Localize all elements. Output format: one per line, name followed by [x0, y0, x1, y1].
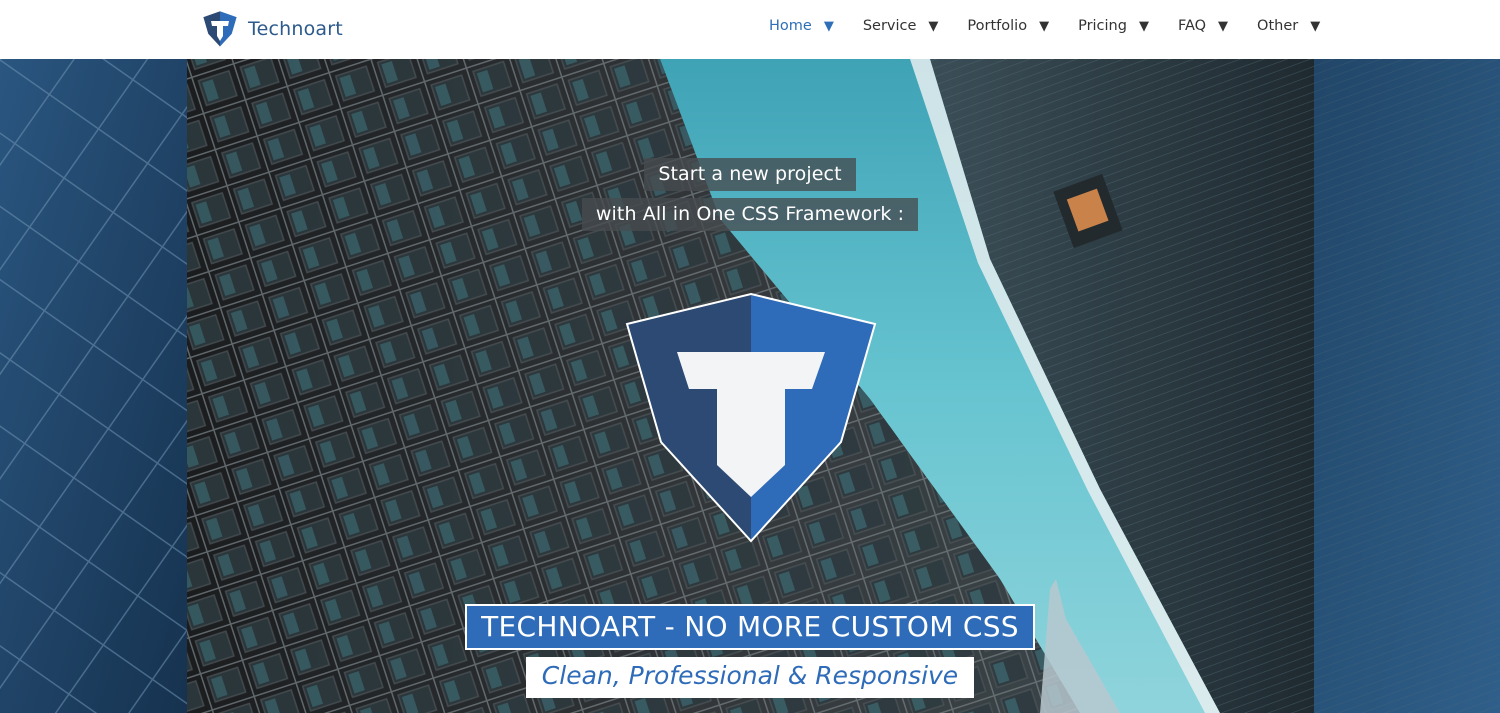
brand-name: Technoart: [248, 18, 343, 40]
nav-item-service[interactable]: Service ▼: [863, 18, 939, 34]
caret-down-icon: ▼: [928, 18, 939, 34]
shield-t-logo-icon: [202, 10, 238, 48]
caret-down-icon: ▼: [1218, 18, 1229, 34]
nav-item-label: Pricing: [1078, 18, 1127, 34]
caret-down-icon: ▼: [1039, 18, 1050, 34]
nav-item-label: Service: [862, 18, 917, 34]
top-navbar: Technoart Home ▼ Service ▼ Portfolio ▼ P…: [0, 0, 1500, 59]
nav-item-label: Portfolio: [967, 18, 1028, 34]
main-nav-menu: Home ▼ Service ▼ Portfolio ▼ Pricing ▼ F…: [769, 18, 1320, 34]
hero-subtitle: Clean, Professional & Responsive: [525, 657, 975, 698]
nav-item-label: Home: [769, 18, 812, 34]
nav-item-pricing[interactable]: Pricing ▼: [1078, 18, 1149, 34]
nav-item-home[interactable]: Home ▼: [769, 18, 834, 34]
nav-item-label: Other: [1257, 18, 1299, 34]
nav-item-faq[interactable]: FAQ ▼: [1178, 18, 1228, 34]
hero-title: TECHNOART - NO MORE CUSTOM CSS: [465, 604, 1035, 650]
hero-section: Start a new project with All in One CSS …: [0, 59, 1500, 713]
nav-item-label: FAQ: [1177, 18, 1207, 34]
nav-item-other[interactable]: Other ▼: [1257, 18, 1320, 34]
caret-down-icon: ▼: [1138, 18, 1149, 34]
hero-subtitle-wrap: Clean, Professional & Responsive: [0, 657, 1500, 698]
nav-item-portfolio[interactable]: Portfolio ▼: [967, 18, 1049, 34]
brand-link[interactable]: Technoart: [202, 10, 343, 48]
caret-down-icon: ▼: [823, 18, 834, 34]
shield-t-logo-icon: [625, 292, 877, 543]
hero-title-wrap: TECHNOART - NO MORE CUSTOM CSS: [0, 604, 1500, 650]
caret-down-icon: ▼: [1310, 18, 1321, 34]
